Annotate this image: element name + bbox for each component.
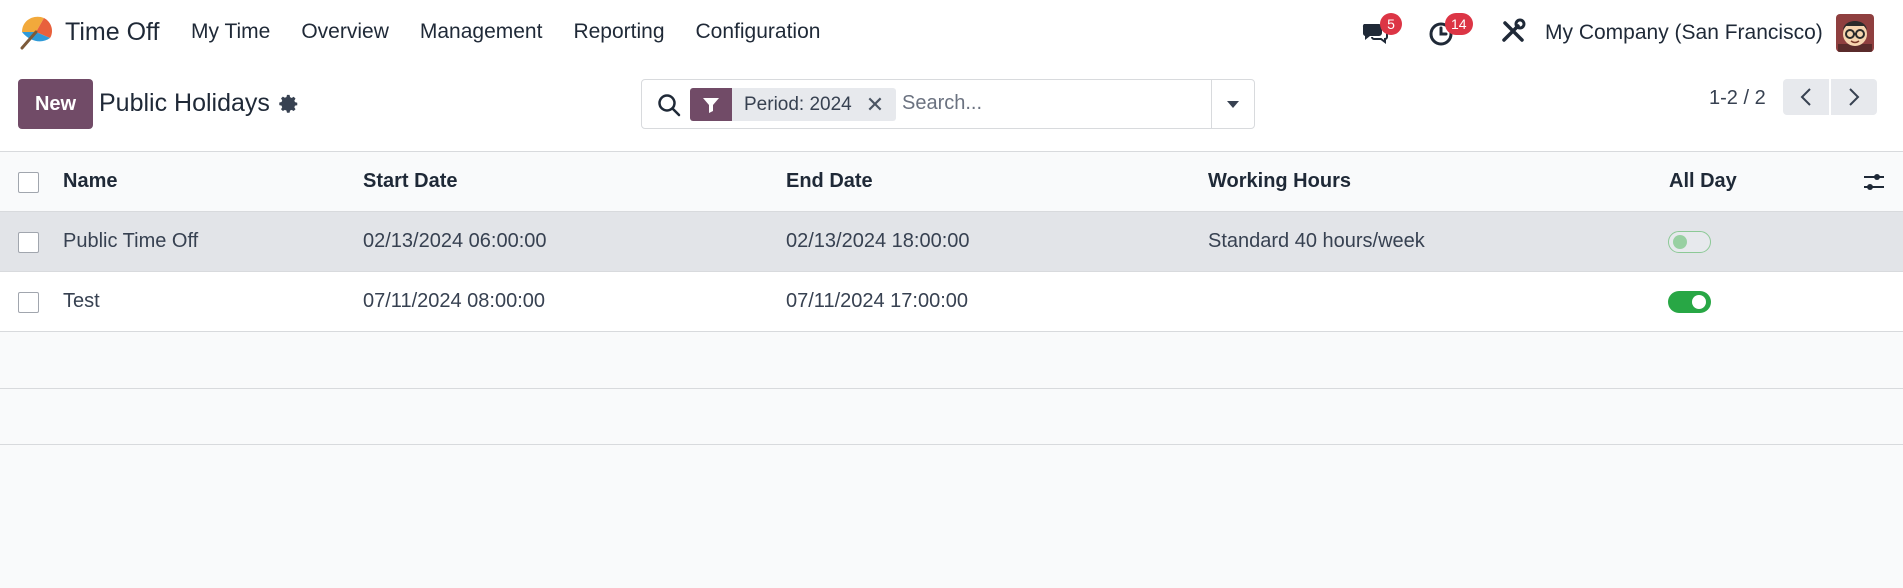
messages-button[interactable]: 5: [1360, 13, 1402, 48]
new-button[interactable]: New: [18, 79, 93, 129]
pager-value[interactable]: 1-2 / 2: [1709, 87, 1766, 110]
gear-icon[interactable]: [278, 93, 300, 115]
tools-button[interactable]: [1500, 18, 1530, 48]
app-name[interactable]: Time Off: [65, 18, 159, 47]
cell-name: Test: [63, 290, 100, 312]
cell-name: Public Time Off: [63, 230, 199, 252]
main-menu: My Time Overview Management Reporting Co…: [191, 20, 851, 44]
menu-item-management[interactable]: Management: [420, 20, 543, 44]
pager-previous-button[interactable]: [1783, 79, 1829, 115]
control-panel: New Public Holidays Period: 2024 ✕ 1-2 /…: [0, 66, 1903, 152]
column-header-start-date[interactable]: Start Date: [363, 152, 457, 211]
search-bar: Period: 2024 ✕: [641, 79, 1255, 129]
cell-start-date: 02/13/2024 06:00:00: [363, 230, 547, 252]
select-all-checkbox[interactable]: [18, 172, 39, 193]
caret-down-icon: [1227, 100, 1239, 108]
column-header-end-date[interactable]: End Date: [786, 152, 873, 211]
pager-next-button[interactable]: [1831, 79, 1877, 115]
search-options-toggle[interactable]: [1211, 80, 1254, 128]
menu-item-reporting[interactable]: Reporting: [573, 20, 664, 44]
tools-icon: [1502, 18, 1526, 42]
search-input[interactable]: [902, 92, 1192, 115]
row-checkbox[interactable]: [18, 292, 39, 313]
messages-badge: 5: [1380, 13, 1402, 35]
search-icon[interactable]: [656, 92, 682, 118]
close-icon[interactable]: ✕: [866, 92, 884, 118]
empty-row: [0, 389, 1903, 445]
table-row[interactable]: Public Time Off 02/13/2024 06:00:00 02/1…: [0, 212, 1903, 272]
table-header-row: Name Start Date End Date Working Hours A…: [0, 152, 1903, 212]
all-day-toggle[interactable]: [1668, 291, 1711, 313]
company-switcher[interactable]: My Company (San Francisco): [1545, 21, 1823, 45]
search-facet: Period: 2024 ✕: [690, 88, 897, 121]
user-avatar-icon: [1836, 14, 1874, 52]
table-row[interactable]: Test 07/11/2024 08:00:00 07/11/2024 17:0…: [0, 272, 1903, 332]
filter-icon: [690, 88, 732, 121]
page-title: Public Holidays: [99, 89, 270, 117]
cell-working-hours: Standard 40 hours/week: [1208, 230, 1425, 252]
column-header-all-day[interactable]: All Day: [1669, 152, 1737, 211]
menu-item-configuration[interactable]: Configuration: [696, 20, 821, 44]
column-header-working-hours[interactable]: Working Hours: [1208, 152, 1351, 211]
facet-label: Period: 2024: [744, 93, 852, 115]
optional-columns-icon[interactable]: [1862, 170, 1886, 194]
top-navbar: Time Off My Time Overview Management Rep…: [0, 0, 1903, 66]
column-header-name[interactable]: Name: [63, 152, 117, 211]
row-checkbox[interactable]: [18, 232, 39, 253]
all-day-toggle[interactable]: [1668, 231, 1711, 253]
avatar[interactable]: [1836, 14, 1874, 52]
chevron-left-icon: [1800, 88, 1811, 106]
activities-badge: 14: [1445, 13, 1473, 35]
chevron-right-icon: [1849, 88, 1860, 106]
menu-item-overview[interactable]: Overview: [301, 20, 389, 44]
menu-item-my-time[interactable]: My Time: [191, 20, 270, 44]
cell-start-date: 07/11/2024 08:00:00: [363, 290, 546, 312]
empty-row: [0, 332, 1903, 389]
activities-button[interactable]: 14: [1428, 13, 1473, 48]
app-logo-icon[interactable]: [16, 12, 56, 50]
cell-end-date: 07/11/2024 17:00:00: [786, 290, 969, 312]
cell-end-date: 02/13/2024 18:00:00: [786, 230, 970, 252]
